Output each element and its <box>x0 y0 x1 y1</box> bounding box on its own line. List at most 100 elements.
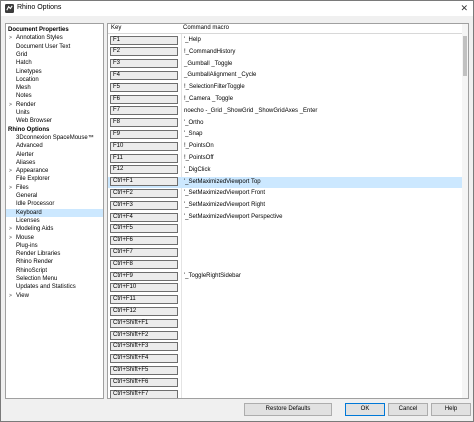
shortcut-row[interactable]: Ctrl+Shift+F3 <box>108 342 462 353</box>
command-macro-cell[interactable]: '_Help <box>184 37 201 43</box>
tree-item[interactable]: Updates and Statistics <box>6 283 103 291</box>
key-button[interactable]: F11 <box>110 153 178 163</box>
tree-item[interactable]: > Files <box>6 184 103 192</box>
key-button[interactable]: F8 <box>110 118 178 128</box>
tree-category[interactable]: Rhino Options <box>6 126 103 134</box>
shortcut-row[interactable]: F10 !_PointsOn <box>108 141 462 152</box>
shortcut-row[interactable]: F3 _Gumball _Toggle <box>108 59 462 70</box>
expand-arrow-icon[interactable]: > <box>9 167 12 175</box>
key-button[interactable]: Ctrl+F7 <box>110 247 178 257</box>
shortcut-row[interactable]: Ctrl+F2 '_SetMaximizedViewport Front <box>108 188 462 199</box>
tree-item[interactable]: Units <box>6 109 103 117</box>
tree-item[interactable]: Selection Menu <box>6 275 103 283</box>
shortcut-row[interactable]: F6 !_Camera _Toggle <box>108 94 462 105</box>
command-macro-cell[interactable]: !_SelectionFilterToggle <box>184 84 245 90</box>
title-bar[interactable]: Rhino Options ✕ <box>1 1 473 16</box>
shortcut-row[interactable]: Ctrl+Shift+F7 <box>108 389 462 398</box>
macro-column-header[interactable]: Command macro <box>183 25 229 31</box>
shortcut-row[interactable]: Ctrl+F1 '_SetMaximizedViewport Top <box>108 176 462 188</box>
shortcut-row[interactable]: Ctrl+Shift+F4 <box>108 354 462 365</box>
command-macro-cell[interactable]: !_Camera _Toggle <box>184 96 233 102</box>
shortcut-row[interactable]: F12 '_DigClick <box>108 165 462 176</box>
key-button[interactable]: F10 <box>110 141 178 151</box>
expand-arrow-icon[interactable]: > <box>9 234 12 242</box>
help-button[interactable]: Help <box>431 403 471 416</box>
key-button[interactable]: F6 <box>110 94 178 104</box>
tree-item[interactable]: Document User Text <box>6 43 103 51</box>
command-macro-cell[interactable]: !_PointsOn <box>184 143 214 149</box>
cancel-button[interactable]: Cancel <box>388 403 428 416</box>
shortcut-row[interactable]: Ctrl+F7 <box>108 247 462 258</box>
tree-item[interactable]: Location <box>6 76 103 84</box>
key-button[interactable]: Ctrl+F11 <box>110 295 178 305</box>
tree-item[interactable]: Aliases <box>6 159 103 167</box>
expand-arrow-icon[interactable]: > <box>9 184 12 192</box>
command-macro-cell[interactable]: noecho -_Grid _ShowGrid _ShowGridAxes _E… <box>184 108 317 114</box>
command-macro-cell[interactable]: '_DigClick <box>184 167 210 173</box>
ok-button[interactable]: OK <box>345 403 385 416</box>
shortcut-row[interactable]: F11 !_PointsOff <box>108 153 462 164</box>
tree-item[interactable]: Web Browser <box>6 117 103 125</box>
key-button[interactable]: Ctrl+F9 <box>110 271 178 281</box>
vertical-scrollbar[interactable] <box>462 24 468 398</box>
shortcut-row[interactable]: Ctrl+F3 '_SetMaximizedViewport Right <box>108 200 462 211</box>
key-button[interactable]: Ctrl+F5 <box>110 224 178 234</box>
shortcut-row[interactable]: F1 '_Help <box>108 35 462 46</box>
scrollbar-thumb[interactable] <box>463 36 467 76</box>
shortcut-row[interactable]: Ctrl+Shift+F2 <box>108 330 462 341</box>
tree-item[interactable]: File Explorer <box>6 175 103 183</box>
command-macro-cell[interactable]: '_SetMaximizedViewport Perspective <box>184 214 282 220</box>
command-macro-cell[interactable]: '_SetMaximizedViewport Right <box>184 202 265 208</box>
shortcut-row[interactable]: Ctrl+F11 <box>108 295 462 306</box>
command-macro-cell[interactable]: '_Ortho <box>184 120 204 126</box>
shortcut-row[interactable]: Ctrl+F4 '_SetMaximizedViewport Perspectiv… <box>108 212 462 223</box>
key-button[interactable]: Ctrl+Shift+F6 <box>110 377 178 387</box>
command-macro-cell[interactable]: '_Snap <box>184 131 203 137</box>
key-button[interactable]: F1 <box>110 35 178 45</box>
key-button[interactable]: Ctrl+F8 <box>110 259 178 269</box>
key-button[interactable]: F2 <box>110 47 178 57</box>
tree-item[interactable]: Plug-ins <box>6 242 103 250</box>
tree-item[interactable]: Advanced <box>6 142 103 150</box>
key-button[interactable]: F12 <box>110 165 178 175</box>
key-button[interactable]: Ctrl+F6 <box>110 236 178 246</box>
tree-item[interactable]: Alerter <box>6 151 103 159</box>
expand-arrow-icon[interactable]: > <box>9 292 12 300</box>
key-button[interactable]: Ctrl+F2 <box>110 188 178 198</box>
shortcut-row[interactable]: Ctrl+Shift+F6 <box>108 377 462 388</box>
command-macro-cell[interactable]: '_SetMaximizedViewport Top <box>184 179 261 185</box>
key-button[interactable]: Ctrl+F3 <box>110 200 178 210</box>
key-button[interactable]: Ctrl+Shift+F7 <box>110 389 178 398</box>
key-button[interactable]: Ctrl+Shift+F3 <box>110 342 178 352</box>
shortcut-row[interactable]: Ctrl+F8 <box>108 259 462 270</box>
command-macro-cell[interactable]: _Gumball _Toggle <box>184 61 232 67</box>
key-button[interactable]: Ctrl+F10 <box>110 283 178 293</box>
tree-item[interactable]: Grid <box>6 51 103 59</box>
key-button[interactable]: F7 <box>110 106 178 116</box>
close-icon[interactable]: ✕ <box>460 3 468 14</box>
shortcut-row[interactable]: F5 !_SelectionFilterToggle <box>108 82 462 93</box>
key-button[interactable]: Ctrl+F12 <box>110 306 178 316</box>
key-button[interactable]: F4 <box>110 70 178 80</box>
shortcut-row[interactable]: Ctrl+F12 <box>108 306 462 317</box>
tree-item[interactable]: Notes <box>6 92 103 100</box>
shortcut-row[interactable]: Ctrl+Shift+F5 <box>108 365 462 376</box>
key-button[interactable]: Ctrl+F4 <box>110 212 178 222</box>
key-button[interactable]: Ctrl+Shift+F2 <box>110 330 178 340</box>
key-button[interactable]: Ctrl+Shift+F4 <box>110 354 178 364</box>
expand-arrow-icon[interactable]: > <box>9 34 12 42</box>
tree-item[interactable]: RhinoScript <box>6 267 103 275</box>
command-macro-cell[interactable]: !_CommandHistory <box>184 49 235 55</box>
key-column-header[interactable]: Key <box>111 25 121 31</box>
command-macro-cell[interactable]: '_ToggleRightSidebar <box>184 273 241 279</box>
shortcut-row[interactable]: Ctrl+F5 <box>108 224 462 235</box>
tree-item[interactable]: Keyboard <box>6 208 103 217</box>
expand-arrow-icon[interactable]: > <box>9 225 12 233</box>
tree-item[interactable]: Linetypes <box>6 68 103 76</box>
shortcut-row[interactable]: F8 '_Ortho <box>108 118 462 129</box>
restore-defaults-button[interactable]: Restore Defaults <box>244 403 332 416</box>
tree-item[interactable]: > Render <box>6 101 103 109</box>
key-button[interactable]: Ctrl+F1 <box>110 177 178 187</box>
command-macro-cell[interactable]: '_SetMaximizedViewport Front <box>184 190 265 196</box>
shortcut-row[interactable]: F2 !_CommandHistory <box>108 47 462 58</box>
